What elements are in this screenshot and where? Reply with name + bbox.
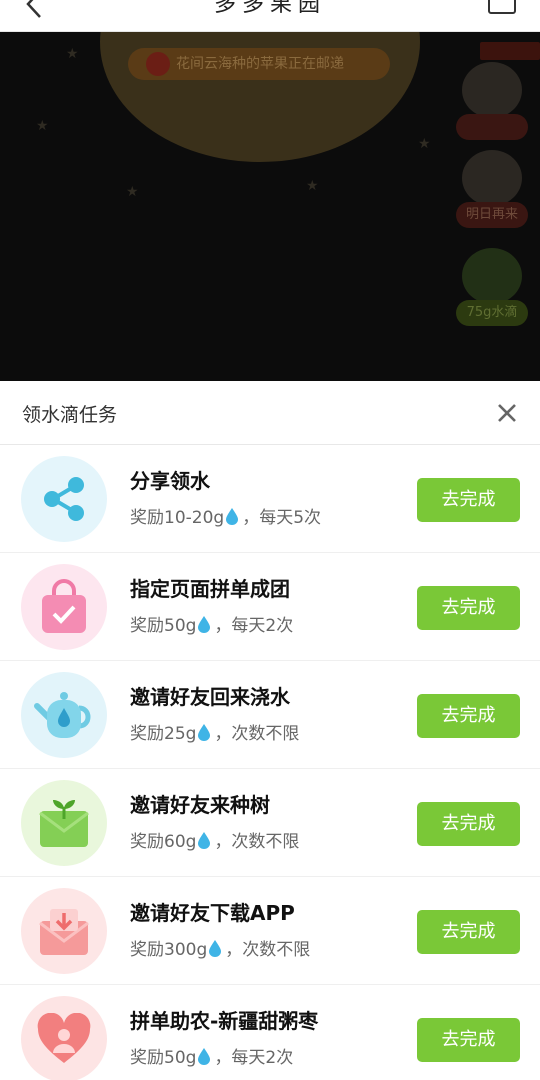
complete-task-button[interactable]: 去完成 xyxy=(417,910,520,954)
task-name: 邀请好友来种树 xyxy=(130,793,270,817)
task-name: 邀请好友下载APP xyxy=(130,901,295,925)
task-icon xyxy=(21,780,107,866)
star-icon: ★ xyxy=(126,184,139,200)
complete-task-button[interactable]: 去完成 xyxy=(417,586,520,630)
star-icon: ★ xyxy=(66,46,79,62)
complete-task-button[interactable]: 去完成 xyxy=(417,478,520,522)
water-drop-icon xyxy=(198,723,211,741)
close-button[interactable] xyxy=(494,400,520,426)
side-widget-3[interactable]: 75g水滴 xyxy=(456,248,528,326)
side-widget-label xyxy=(456,114,528,140)
heart-person-icon xyxy=(37,1013,91,1063)
star-icon: ★ xyxy=(306,178,319,194)
reward-amount: 奖励60g xyxy=(130,832,197,852)
task-reward: 奖励10-20g ，每天5次 xyxy=(130,503,321,528)
task-reward: 奖励300g ，次数不限 xyxy=(130,935,310,960)
side-widget-label: 明日再来 xyxy=(456,202,528,228)
scene-notice-text: 花间云海种的苹果正在邮递 xyxy=(176,56,344,72)
task-row: 拼单助农-新疆甜粥枣 奖励50g ，每天2次 去完成 xyxy=(0,985,540,1080)
sprout-envelope-icon xyxy=(39,800,89,847)
gift-pot-icon xyxy=(462,150,522,206)
game-scene-overlay[interactable]: 花间云海种的苹果正在邮递 ★ ★ ★ ★ ★ 明日再来 75g水滴 xyxy=(0,32,540,382)
reward-frequency: ，每天2次 xyxy=(214,1048,294,1068)
sheet-header: 领水滴任务 xyxy=(0,381,540,445)
task-reward: 奖励50g ，每天2次 xyxy=(130,1043,293,1068)
complete-task-button[interactable]: 去完成 xyxy=(417,1018,520,1062)
reward-frequency: ，次数不限 xyxy=(214,832,300,852)
task-row: 指定页面拼单成团 奖励50g ，每天2次 去完成 xyxy=(0,553,540,661)
task-name: 分享领水 xyxy=(130,469,210,493)
task-name: 指定页面拼单成团 xyxy=(130,577,290,601)
task-reward: 奖励50g ，每天2次 xyxy=(130,611,293,636)
ladybug-icon xyxy=(146,52,170,76)
water-drop-icon xyxy=(198,615,211,633)
task-row: 分享领水 奖励10-20g ，每天5次 去完成 xyxy=(0,445,540,553)
task-name: 邀请好友回来浇水 xyxy=(130,685,290,709)
task-row: 邀请好友来种树 奖励60g ，次数不限 去完成 xyxy=(0,769,540,877)
star-icon: ★ xyxy=(418,136,431,152)
water-drop-icon xyxy=(198,1047,211,1065)
more-button[interactable] xyxy=(488,0,516,14)
reward-amount: 奖励25g xyxy=(130,724,197,744)
download-envelope-icon xyxy=(39,909,89,955)
task-icon xyxy=(21,888,107,974)
water-drop-icon xyxy=(462,248,522,304)
reward-amount: 奖励300g xyxy=(130,940,208,960)
task-name: 拼单助农-新疆甜粥枣 xyxy=(130,1009,319,1033)
task-list: 分享领水 奖励10-20g ，每天5次 去完成 指定页面拼单成团 奖励50g ，… xyxy=(0,445,540,1080)
reward-amount: 奖励10-20g xyxy=(130,508,225,528)
task-reward: 奖励60g ，次数不限 xyxy=(130,827,299,852)
avatar xyxy=(462,62,522,118)
reward-frequency: ，每天5次 xyxy=(242,508,322,528)
task-row: 邀请好友下载APP 奖励300g ，次数不限 去完成 xyxy=(0,877,540,985)
task-icon xyxy=(21,564,107,650)
side-badge xyxy=(480,42,540,60)
share-icon xyxy=(44,477,84,521)
star-icon: ★ xyxy=(36,118,49,134)
task-icon xyxy=(21,456,107,542)
app-top-bar: 多多果园 xyxy=(0,0,540,32)
water-drop-icon xyxy=(226,507,239,525)
reward-amount: 奖励50g xyxy=(130,1048,197,1068)
sheet-title: 领水滴任务 xyxy=(22,404,118,426)
reward-amount: 奖励50g xyxy=(130,616,197,636)
close-icon xyxy=(498,404,516,422)
water-drop-icon xyxy=(198,831,211,849)
water-drop-icon xyxy=(209,939,222,957)
watering-can-icon xyxy=(34,692,91,738)
complete-task-button[interactable]: 去完成 xyxy=(417,802,520,846)
task-icon xyxy=(21,672,107,758)
reward-frequency: ，次数不限 xyxy=(225,940,311,960)
task-row: 邀请好友回来浇水 奖励25g ，次数不限 去完成 xyxy=(0,661,540,769)
task-reward: 奖励25g ，次数不限 xyxy=(130,719,299,744)
page-title: 多多果园 xyxy=(213,0,326,17)
shopping-bag-icon xyxy=(42,579,86,633)
reward-frequency: ，次数不限 xyxy=(214,724,300,744)
side-widget-2[interactable]: 明日再来 xyxy=(456,150,528,228)
task-icon xyxy=(21,996,107,1080)
side-widget-label: 75g水滴 xyxy=(456,300,528,326)
side-widget-1[interactable] xyxy=(456,62,528,140)
reward-frequency: ，每天2次 xyxy=(214,616,294,636)
water-task-sheet: 领水滴任务 分享领水 奖励10-20g ，每天5次 去完成 指定页面拼单成团 奖… xyxy=(0,381,540,1080)
complete-task-button[interactable]: 去完成 xyxy=(417,694,520,738)
scene-notice-banner: 花间云海种的苹果正在邮递 xyxy=(128,48,390,80)
